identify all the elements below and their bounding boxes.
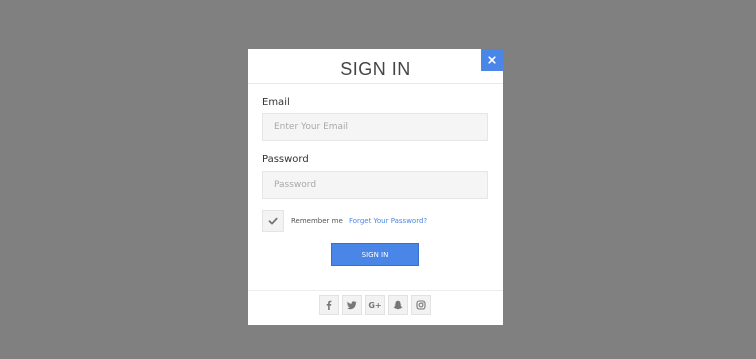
instagram-button[interactable]: [411, 295, 431, 315]
remember-me-checkbox[interactable]: [262, 210, 284, 232]
email-field[interactable]: [262, 113, 488, 141]
password-label: Password: [262, 154, 309, 165]
header-divider: [248, 83, 503, 84]
instagram-icon: [416, 300, 426, 310]
email-label: Email: [262, 97, 290, 108]
password-field[interactable]: [262, 171, 488, 199]
snapchat-button[interactable]: [388, 295, 408, 315]
checkmark-icon: [268, 217, 278, 225]
snapchat-icon: [393, 300, 403, 310]
google-plus-button[interactable]: G+: [365, 295, 385, 315]
remember-me-label: Remember me: [291, 217, 343, 225]
footer-divider: [248, 290, 503, 291]
sign-in-button[interactable]: SIGN IN: [331, 243, 419, 266]
twitter-icon: [347, 301, 357, 310]
sign-in-modal: SIGN IN Email Password Remember me Forge…: [248, 49, 503, 325]
twitter-button[interactable]: [342, 295, 362, 315]
google-plus-icon: G+: [368, 300, 382, 310]
facebook-button[interactable]: [319, 295, 339, 315]
facebook-icon: [326, 300, 332, 310]
forgot-password-link[interactable]: Forget Your Password?: [349, 217, 427, 225]
social-login-bar: G+: [319, 295, 431, 315]
modal-title: SIGN IN: [340, 59, 411, 79]
